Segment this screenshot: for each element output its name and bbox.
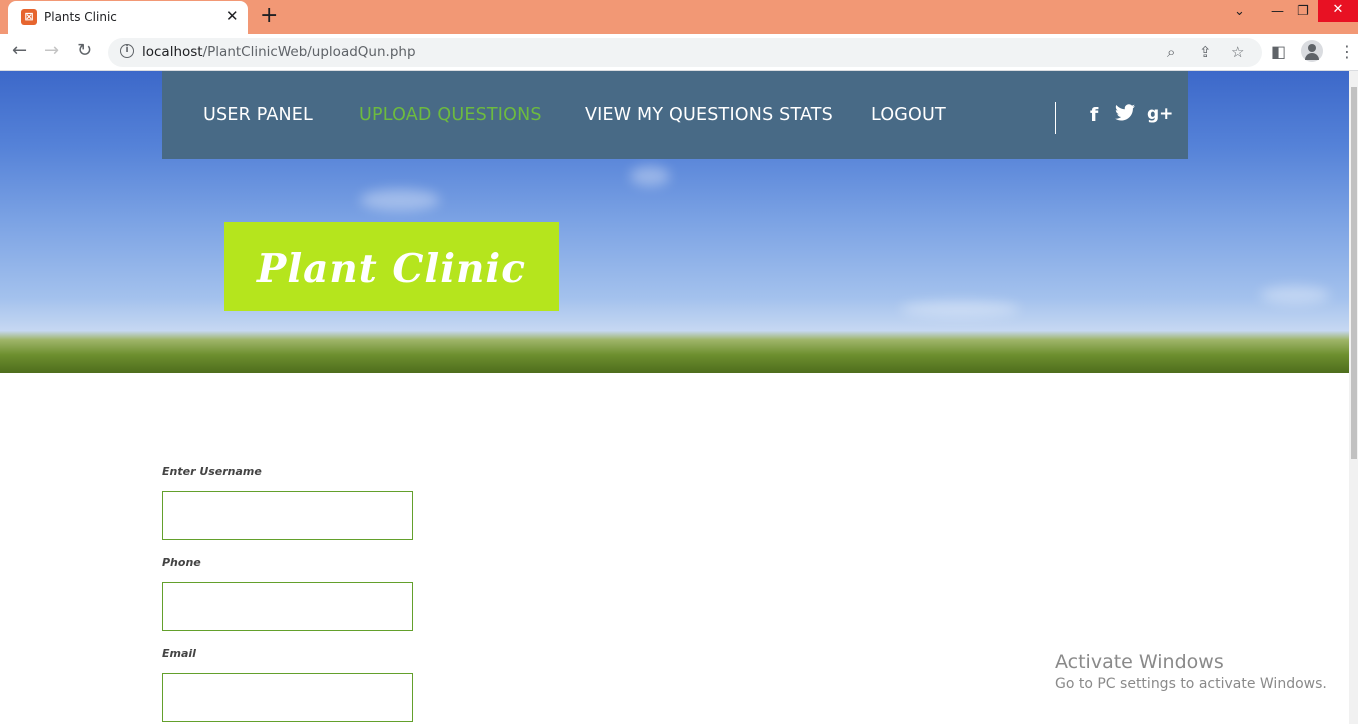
username-label: Enter Username [162, 465, 262, 478]
nav-logout[interactable]: LOGOUT [871, 105, 946, 125]
window-close-button[interactable]: ✕ [1318, 0, 1358, 22]
logo[interactable]: Plant Clinic [224, 222, 559, 311]
scrollbar-thumb[interactable] [1351, 87, 1357, 459]
email-label: Email [162, 647, 196, 660]
activate-windows-title: Activate Windows [1055, 651, 1224, 673]
nav-view-my-questions-stats[interactable]: VIEW MY QUESTIONS STATS [585, 105, 833, 125]
bookmark-star-icon[interactable]: ☆ [1231, 43, 1244, 61]
facebook-icon[interactable]: f [1090, 104, 1098, 126]
tab-title: Plants Clinic [44, 10, 117, 24]
tab-close-icon[interactable]: ✕ [226, 7, 239, 25]
browser-toolbar: ← → ↻ i localhost/PlantClinicWeb/uploadQ… [0, 34, 1358, 71]
google-plus-icon[interactable]: g+ [1147, 104, 1173, 124]
nav-upload-questions[interactable]: UPLOAD QUESTIONS [359, 105, 542, 125]
restore-button[interactable]: ❐ [1297, 4, 1309, 19]
activate-windows-subtitle: Go to PC settings to activate Windows. [1055, 676, 1327, 692]
back-arrow-icon[interactable]: ← [12, 40, 27, 61]
cloud-decoration [900, 301, 1020, 317]
tab-search-dropdown-icon[interactable]: ⌄ [1234, 4, 1245, 19]
page-content: USER PANEL UPLOAD QUESTIONS VIEW MY QUES… [0, 71, 1349, 724]
nav-user-panel[interactable]: USER PANEL [203, 105, 313, 125]
cloud-decoration [1260, 286, 1330, 304]
zoom-icon[interactable]: ⌕ [1167, 43, 1175, 61]
cloud-decoration [360, 189, 440, 211]
main-navbar: USER PANEL UPLOAD QUESTIONS VIEW MY QUES… [162, 71, 1188, 159]
browser-menu-icon[interactable]: ⋮ [1339, 42, 1355, 61]
browser-tab-strip: ⊠ Plants Clinic ✕ + ⌄ — ❐ ✕ [0, 0, 1358, 34]
new-tab-button[interactable]: + [260, 3, 278, 28]
forward-arrow-icon[interactable]: → [44, 40, 59, 61]
minimize-button[interactable]: — [1271, 4, 1284, 19]
browser-tab[interactable]: ⊠ Plants Clinic ✕ [8, 1, 248, 34]
logo-text: Plant Clinic [257, 246, 526, 292]
address-bar[interactable]: i localhost/PlantClinicWeb/uploadQun.php… [108, 38, 1262, 67]
url-text[interactable]: localhost/PlantClinicWeb/uploadQun.php [142, 44, 416, 60]
cloud-decoration [630, 166, 670, 186]
xampp-favicon-icon: ⊠ [21, 9, 37, 25]
share-icon[interactable]: ⇪ [1199, 43, 1212, 61]
reload-icon[interactable]: ↻ [77, 40, 92, 61]
profile-avatar-icon[interactable] [1301, 40, 1323, 62]
page-scrollbar[interactable] [1349, 71, 1358, 724]
phone-label: Phone [162, 556, 201, 569]
side-panel-icon[interactable]: ◧ [1271, 42, 1286, 61]
site-info-icon[interactable]: i [120, 44, 134, 58]
username-input[interactable] [162, 491, 413, 540]
twitter-icon[interactable] [1115, 104, 1135, 126]
email-input[interactable] [162, 673, 413, 722]
phone-input[interactable] [162, 582, 413, 631]
nav-divider [1055, 102, 1056, 134]
